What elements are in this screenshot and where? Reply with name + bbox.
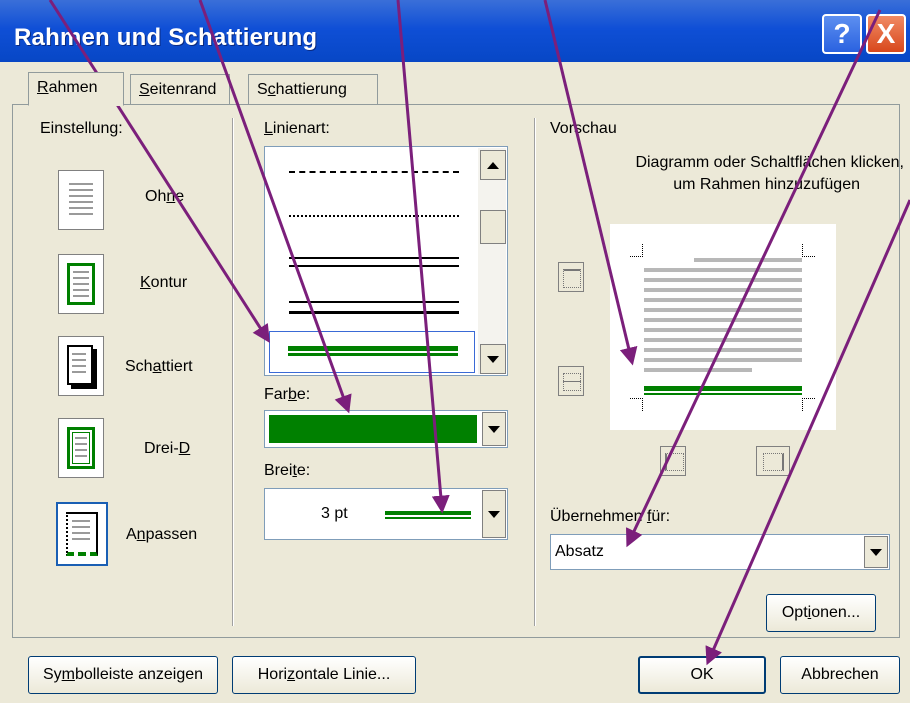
- none-border-icon[interactable]: [58, 170, 104, 230]
- scroll-up-button[interactable]: [480, 150, 506, 180]
- apply-to-value: Absatz: [555, 543, 604, 560]
- setting-kontur[interactable]: Kontur: [140, 274, 187, 292]
- width-dropdown-arrow[interactable]: [482, 490, 506, 538]
- line-style-thick-thin[interactable]: [289, 301, 459, 314]
- custom-border-icon[interactable]: [56, 502, 108, 566]
- 3d-border-icon[interactable]: [58, 418, 104, 478]
- line-style-scrollbar[interactable]: [478, 148, 506, 374]
- tab-schattierung[interactable]: Schattierung: [248, 74, 378, 104]
- horizontale-linie-button[interactable]: Hori z ontale Linie...: [232, 656, 416, 694]
- inner-horizontal-border-button[interactable]: [558, 366, 584, 396]
- left-border-button[interactable]: [660, 446, 686, 476]
- vorschau-label: Vorschau: [550, 120, 617, 137]
- scroll-down-button[interactable]: [480, 344, 506, 374]
- color-dropdown[interactable]: [264, 410, 508, 448]
- width-value: 3 pt: [321, 505, 348, 522]
- tab-rahmen[interactable]: Rahmen: [28, 72, 124, 106]
- line-style-double[interactable]: [289, 257, 459, 267]
- top-border-button[interactable]: [558, 262, 584, 292]
- box-border-icon[interactable]: [58, 254, 104, 314]
- color-swatch: [269, 415, 477, 443]
- window-title: Rahmen und Schattierung: [14, 24, 318, 51]
- ok-button[interactable]: OK: [638, 656, 766, 694]
- apply-to-dropdown-arrow[interactable]: [864, 536, 888, 568]
- setting-drei-d[interactable]: Drei-D: [144, 440, 190, 458]
- close-button[interactable]: X: [866, 14, 906, 54]
- uebernehmen-label: Übernehmen für:: [550, 508, 671, 525]
- width-dropdown[interactable]: 3 pt: [264, 488, 508, 540]
- breite-label: Breite:: [264, 462, 311, 479]
- linienart-label: Linienart:: [264, 120, 330, 137]
- abbrechen-button[interactable]: Abbrechen: [780, 656, 900, 694]
- farbe-label: Farbe:: [264, 386, 311, 403]
- setting-ohne[interactable]: Ohne: [145, 188, 184, 206]
- tab-seitenrand[interactable]: Seitenrand: [130, 74, 230, 104]
- preview-area[interactable]: [610, 224, 836, 430]
- line-style-dash-dot-dot[interactable]: [289, 215, 459, 217]
- vorschau-hint-1: Diagramm oder Schaltflächen klicken,: [635, 154, 904, 171]
- scroll-thumb[interactable]: [480, 210, 506, 244]
- line-style-list[interactable]: [264, 146, 508, 376]
- symbolleiste-anzeigen-button[interactable]: Sy m bolleiste anzeigen: [28, 656, 218, 694]
- shadow-border-icon[interactable]: [58, 336, 104, 396]
- preview-bottom-border[interactable]: [644, 386, 802, 391]
- optionen-button[interactable]: Opt i onen...: [766, 594, 876, 632]
- help-button[interactable]: ?: [822, 14, 862, 54]
- separator-left: [232, 118, 234, 626]
- line-style-dash-dot[interactable]: [289, 171, 459, 173]
- apply-to-dropdown[interactable]: Absatz: [550, 534, 890, 570]
- line-style-selected[interactable]: [269, 331, 475, 373]
- right-border-button[interactable]: [756, 446, 790, 476]
- einstellung-label: Einstellung:: [40, 120, 123, 137]
- setting-anpassen[interactable]: Anpassen: [126, 526, 197, 544]
- setting-schattiert[interactable]: Schattiert: [125, 358, 193, 376]
- separator-right: [534, 118, 536, 626]
- vorschau-hint-2: um Rahmen hinzuzufügen: [673, 176, 860, 193]
- color-dropdown-arrow[interactable]: [482, 412, 506, 446]
